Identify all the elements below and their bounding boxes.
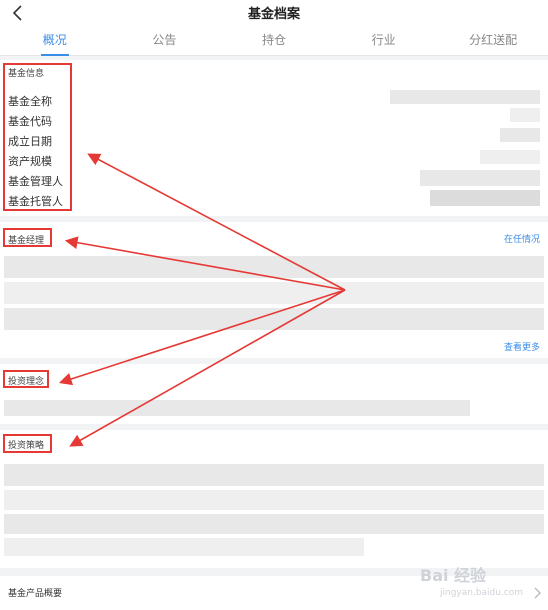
blurred-value (500, 128, 540, 142)
page-title: 基金档案 (247, 7, 300, 22)
tenure-link[interactable]: 在任情况 (504, 232, 540, 245)
strategy-heading: 投资策略 (8, 441, 45, 451)
blurred-content (4, 256, 544, 278)
tab-overview[interactable]: 概况 (0, 26, 110, 56)
info-row-custodian: 基金托管人 (8, 195, 63, 208)
chevron-right-icon (534, 587, 541, 599)
view-more-link[interactable]: 查看更多 (504, 340, 540, 353)
info-row-full-name: 基金全称 (8, 95, 52, 108)
blurred-content (4, 282, 544, 304)
blurred-value (510, 108, 540, 122)
watermark-url: jingyan.baidu.com (440, 588, 524, 598)
blurred-value (390, 90, 540, 104)
top-bar: 基金档案 (0, 0, 548, 26)
blurred-content (4, 538, 364, 556)
tab-bar: 概况 公告 持仓 行业 分红送配 (0, 26, 548, 56)
tab-announcements[interactable]: 公告 (110, 26, 220, 55)
blurred-content (4, 464, 544, 486)
blurred-content (4, 514, 544, 534)
blurred-value (480, 150, 540, 164)
blurred-content (4, 400, 470, 416)
info-row-asset-size: 资产规模 (8, 155, 52, 168)
tab-holdings[interactable]: 持仓 (219, 26, 329, 55)
tab-dividends[interactable]: 分红送配 (438, 26, 548, 55)
blurred-value (430, 190, 540, 206)
product-summary-label: 基金产品概要 (8, 589, 63, 599)
info-row-manager-company: 基金管理人 (8, 175, 63, 188)
fund-info-list: 基金全称 基金代码 成立日期 资产规模 基金管理人 基金托管人 (8, 92, 63, 212)
info-row-code: 基金代码 (8, 115, 52, 128)
blurred-value (420, 170, 540, 186)
philosophy-heading: 投资理念 (8, 377, 45, 387)
fund-manager-heading: 基金经理 (8, 236, 45, 246)
blurred-content (4, 490, 544, 510)
blurred-content (4, 308, 544, 330)
tab-industry[interactable]: 行业 (329, 26, 439, 55)
watermark-logo: Bai 经验 (420, 566, 487, 585)
fund-info-heading: 基金信息 (8, 69, 45, 79)
info-row-inception-date: 成立日期 (8, 135, 52, 148)
